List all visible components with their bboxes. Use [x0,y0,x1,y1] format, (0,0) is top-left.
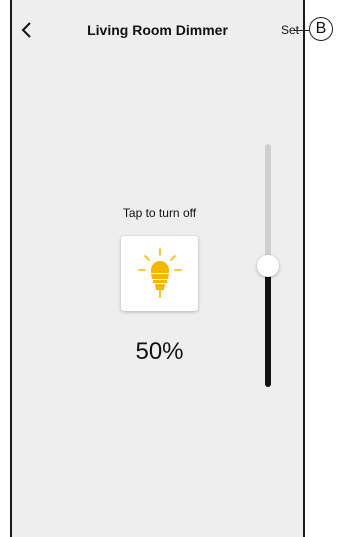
brightness-level: 50% [135,338,184,365]
back-button[interactable] [18,18,36,42]
callout-badge: B [309,17,333,41]
chevron-left-icon [21,22,31,38]
light-toggle-button[interactable] [121,236,198,311]
callout-line [295,30,309,31]
tap-to-turn-off-label: Tap to turn off [122,206,197,220]
brightness-slider[interactable] [257,144,279,387]
app-screen: Living Room Dimmer Set Tap to turn off 5… [10,0,305,537]
header: Living Room Dimmer Set [12,0,303,60]
slider-thumb[interactable] [257,254,279,277]
light-bulb-icon [138,248,182,298]
slider-fill [265,265,271,387]
page-title: Living Room Dimmer [87,22,228,38]
